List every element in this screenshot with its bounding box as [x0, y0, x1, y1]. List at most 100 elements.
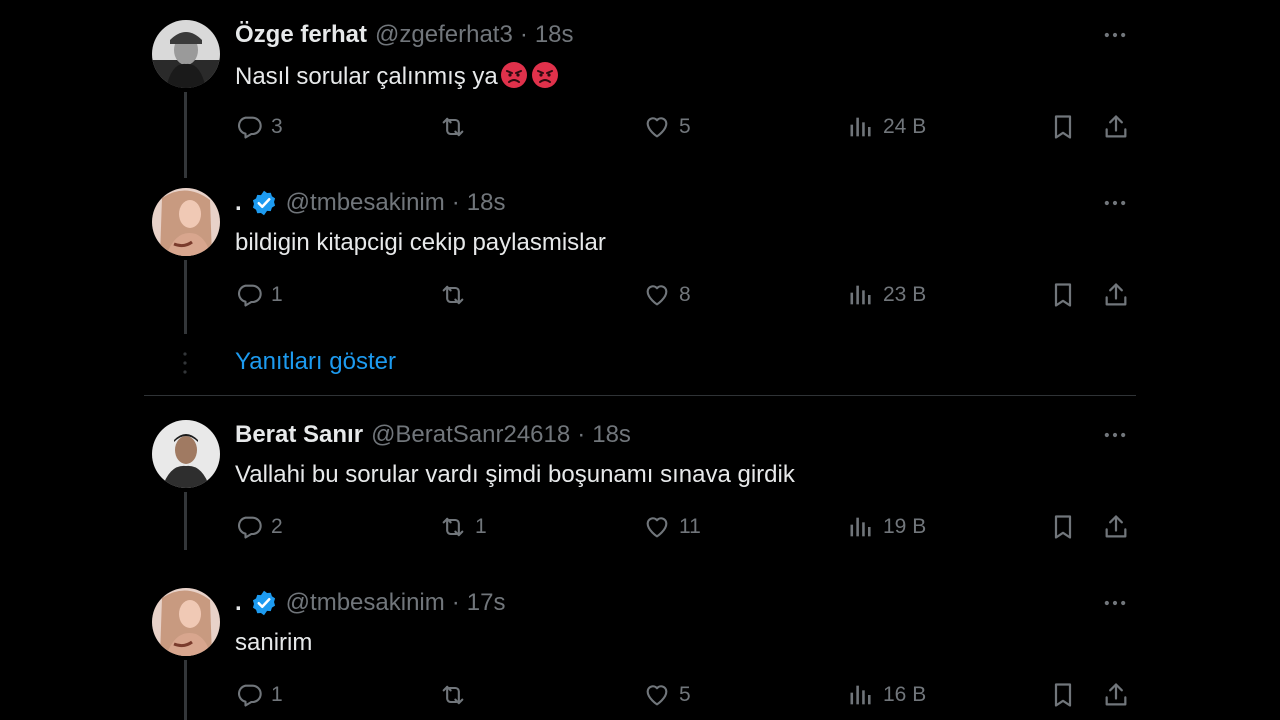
display-name[interactable]: . [235, 189, 242, 217]
views-count: 19 B [883, 515, 927, 538]
like-button[interactable]: 5 [643, 680, 691, 710]
share-button[interactable] [1102, 512, 1130, 542]
retweet-icon [439, 113, 467, 141]
tweet-actions: 3 5 24 B [150, 112, 1136, 142]
divider [144, 395, 1136, 396]
share-button[interactable] [1102, 112, 1130, 142]
tweet-actions: 2 1 11 19 B [150, 512, 1136, 542]
avatar[interactable] [152, 588, 220, 656]
verified-badge-icon [250, 189, 278, 217]
tweet-header: . @tmbesakinim · 17s [235, 588, 505, 618]
bookmark-icon [1049, 113, 1077, 141]
avatar[interactable] [152, 420, 220, 488]
tweet-header: . @tmbesakinim · 18s [235, 188, 505, 218]
tweet-text: Nasıl sorular çalınmış ya [235, 60, 560, 92]
share-button[interactable] [1102, 680, 1130, 710]
tweet-actions: 1 8 23 B [150, 280, 1136, 310]
share-icon [1102, 513, 1130, 541]
bookmark-button[interactable] [1049, 680, 1077, 710]
reply-button[interactable]: 3 [235, 112, 283, 142]
avatar[interactable] [152, 20, 220, 88]
views-icon [847, 113, 875, 141]
retweet-button[interactable]: 1 [439, 512, 487, 542]
views-button[interactable]: 24 B [847, 112, 926, 142]
user-handle[interactable]: @zgeferhat3 [375, 21, 513, 49]
views-icon [847, 513, 875, 541]
reply-icon [235, 513, 263, 541]
bookmark-icon [1049, 681, 1077, 709]
timestamp[interactable]: 18s [535, 21, 574, 49]
reply-icon [235, 281, 263, 309]
tweet-header: Özge ferhat @zgeferhat3 · 18s [235, 20, 574, 50]
tweet-actions: 1 5 16 B [150, 680, 1136, 710]
display-name[interactable]: Özge ferhat [235, 21, 367, 49]
reply-count: 2 [271, 515, 283, 538]
separator-dot: · [451, 189, 460, 216]
tweet-header: Berat Sanır @BeratSanr24618 · 18s [235, 420, 631, 450]
share-icon [1102, 113, 1130, 141]
like-button[interactable]: 5 [643, 112, 691, 142]
share-button[interactable] [1102, 280, 1130, 310]
views-button[interactable]: 19 B [847, 512, 926, 542]
reply-count: 3 [271, 115, 283, 138]
like-count: 8 [679, 283, 691, 306]
bookmark-icon [1049, 281, 1077, 309]
tweet-text: sanirim [235, 629, 313, 656]
more-options-icon[interactable] [1100, 588, 1130, 618]
retweet-icon [439, 681, 467, 709]
tweet-text-content: Nasıl sorular çalınmış ya [235, 63, 498, 90]
bookmark-button[interactable] [1049, 512, 1077, 542]
views-button[interactable]: 23 B [847, 280, 926, 310]
like-count: 5 [679, 115, 691, 138]
more-options-icon[interactable] [1100, 188, 1130, 218]
heart-icon [643, 681, 671, 709]
views-button[interactable]: 16 B [847, 680, 926, 710]
heart-icon [643, 513, 671, 541]
show-replies-link[interactable]: Yanıtları göster [235, 348, 396, 376]
display-name[interactable]: . [235, 589, 242, 617]
heart-icon [643, 281, 671, 309]
reply-button[interactable]: 2 [235, 512, 283, 542]
display-name[interactable]: Berat Sanır [235, 421, 363, 449]
angry-face-icon [499, 60, 529, 90]
heart-icon [643, 113, 671, 141]
views-icon [847, 681, 875, 709]
reply-icon [235, 681, 263, 709]
separator-dot: · [451, 589, 460, 616]
thread-dots [182, 350, 188, 380]
reply-button[interactable]: 1 [235, 680, 283, 710]
bookmark-button[interactable] [1049, 112, 1077, 142]
reply-button[interactable]: 1 [235, 280, 283, 310]
reply-count: 1 [271, 283, 283, 306]
more-options-icon[interactable] [1100, 20, 1130, 50]
like-count: 11 [679, 515, 701, 538]
views-count: 16 B [883, 683, 927, 706]
like-count: 5 [679, 683, 691, 706]
share-icon [1102, 681, 1130, 709]
user-handle[interactable]: @tmbesakinim [286, 189, 445, 217]
retweet-icon [439, 513, 467, 541]
bookmark-button[interactable] [1049, 280, 1077, 310]
views-icon [847, 281, 875, 309]
user-handle[interactable]: @BeratSanr24618 [371, 421, 570, 449]
retweet-icon [439, 281, 467, 309]
like-button[interactable]: 11 [643, 512, 701, 542]
retweet-button[interactable] [439, 112, 475, 142]
avatar[interactable] [152, 188, 220, 256]
timestamp[interactable]: 18s [467, 189, 506, 217]
views-count: 24 B [883, 115, 927, 138]
angry-face-icon [530, 60, 560, 90]
retweet-button[interactable] [439, 680, 475, 710]
separator-dot: · [577, 421, 586, 448]
tweet-text: bildigin kitapcigi cekip paylasmislar [235, 229, 606, 256]
views-count: 23 B [883, 283, 927, 306]
like-button[interactable]: 8 [643, 280, 691, 310]
retweet-count: 1 [475, 515, 487, 538]
bookmark-icon [1049, 513, 1077, 541]
retweet-button[interactable] [439, 280, 475, 310]
user-handle[interactable]: @tmbesakinim [286, 589, 445, 617]
timestamp[interactable]: 17s [467, 589, 506, 617]
timestamp[interactable]: 18s [592, 421, 631, 449]
verified-badge-icon [250, 589, 278, 617]
more-options-icon[interactable] [1100, 420, 1130, 450]
